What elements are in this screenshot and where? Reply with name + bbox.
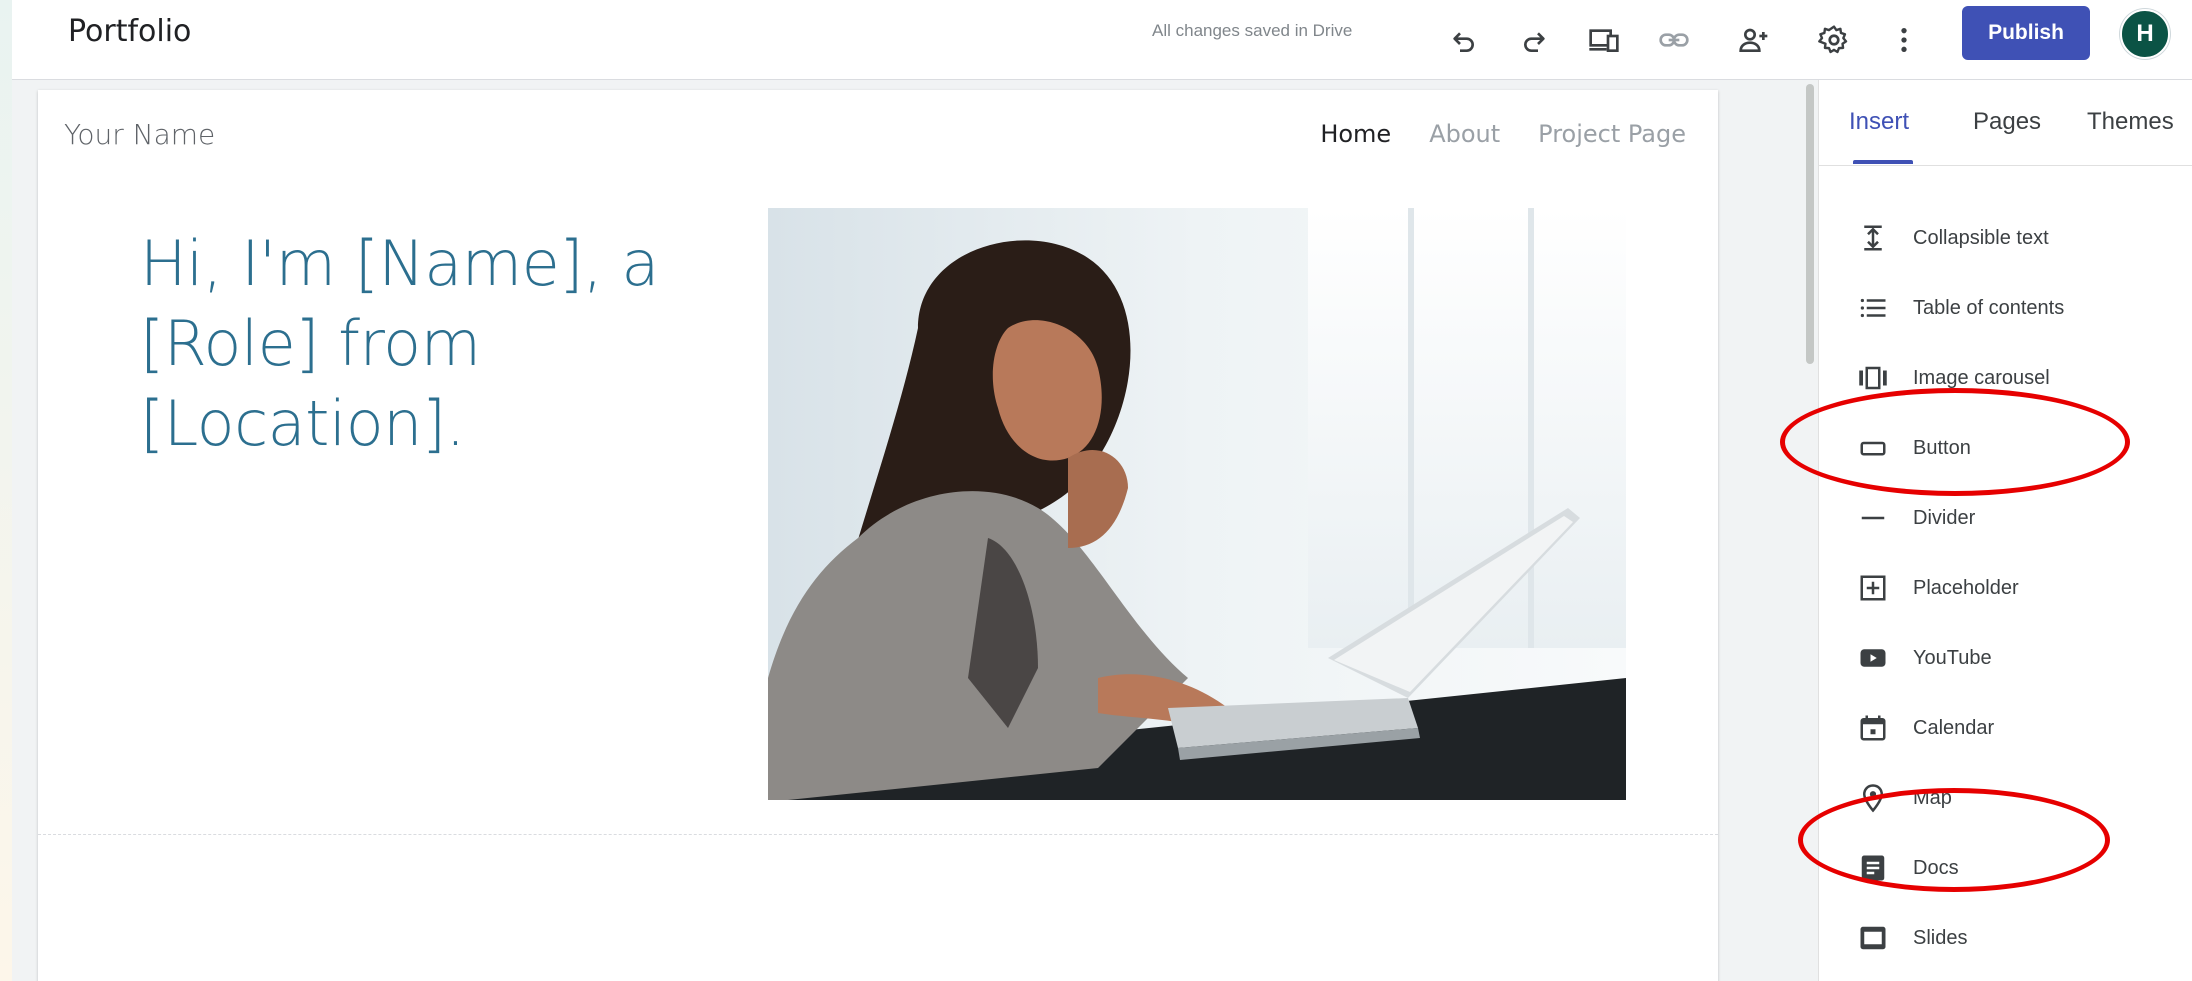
slides-icon [1853,918,1893,958]
placeholder-icon [1853,568,1893,608]
redo-icon[interactable] [1512,18,1556,62]
insert-panel: Insert Pages Themes Collapsible text Tab… [1818,80,2192,981]
panel-scrollbar-thumb[interactable] [1806,84,1814,364]
hero-heading[interactable]: Hi, I'm [Name], a [Role] from [Location]… [140,224,700,464]
page-background-left [0,0,16,981]
share-add-person-icon[interactable] [1732,18,1776,62]
insert-map[interactable]: Map [1819,768,2192,828]
top-toolbar: Portfolio All changes saved in Drive Pub… [12,0,2192,80]
nav-project-page[interactable]: Project Page [1538,120,1686,148]
calendar-icon [1853,708,1893,748]
insert-collapsible-text[interactable]: Collapsible text [1819,208,2192,268]
avatar[interactable]: H [2120,9,2170,59]
section-divider [38,834,1718,835]
insert-calendar[interactable]: Calendar [1819,698,2192,758]
table-of-contents-icon [1853,288,1893,328]
settings-gear-icon[interactable] [1812,18,1856,62]
insert-item-label: Slides [1913,926,1968,949]
site-header: Your Name Home About Project Page [38,90,1718,180]
site-canvas[interactable]: Your Name Home About Project Page Hi, I'… [38,90,1718,981]
divider-icon [1853,498,1893,538]
preview-devices-icon[interactable] [1582,18,1626,62]
insert-docs[interactable]: Docs [1819,838,2192,898]
insert-image-carousel[interactable]: Image carousel [1819,348,2192,408]
panel-tabs: Insert Pages Themes [1819,80,2192,166]
publish-button[interactable]: Publish [1962,6,2090,60]
more-options-icon[interactable] [1882,18,1926,62]
undo-icon[interactable] [1442,18,1486,62]
insert-item-label: Docs [1913,856,1959,879]
insert-item-label: Table of contents [1913,296,2065,319]
insert-item-label: Placeholder [1913,576,2019,599]
insert-slides[interactable]: Slides [1819,908,2192,968]
insert-item-label: Divider [1913,506,1976,529]
insert-item-label: Collapsible text [1913,226,2049,249]
insert-youtube[interactable]: YouTube [1819,628,2192,688]
map-icon [1853,778,1893,818]
tab-themes[interactable]: Themes [2087,108,2174,136]
insert-button[interactable]: Button [1819,418,2192,478]
nav-about[interactable]: About [1429,120,1500,148]
image-carousel-icon [1853,358,1893,398]
insert-item-label: YouTube [1913,646,1992,669]
brand-name[interactable]: Your Name [64,118,215,151]
docs-icon [1853,848,1893,888]
active-tab-indicator [1853,160,1913,164]
insert-item-label: Image carousel [1913,366,2050,389]
youtube-icon [1853,638,1893,678]
button-icon [1853,428,1893,468]
tab-pages[interactable]: Pages [1973,108,2041,136]
tab-insert[interactable]: Insert [1849,108,1909,136]
hero-image[interactable] [768,208,1626,800]
collapsible-text-icon [1853,218,1893,258]
insert-divider[interactable]: Divider [1819,488,2192,548]
save-status: All changes saved in Drive [1152,21,1353,40]
insert-table-of-contents[interactable]: Table of contents [1819,278,2192,338]
insert-item-label: Button [1913,436,1971,459]
site-navigation: Home About Project Page [1320,120,1686,148]
site-title[interactable]: Portfolio [68,14,191,49]
insert-placeholder[interactable]: Placeholder [1819,558,2192,618]
woman-with-laptop-image [768,208,1626,800]
insert-item-label: Map [1913,786,1952,809]
insert-item-label: Calendar [1913,716,1995,739]
nav-home[interactable]: Home [1320,120,1391,148]
link-icon[interactable] [1652,18,1696,62]
